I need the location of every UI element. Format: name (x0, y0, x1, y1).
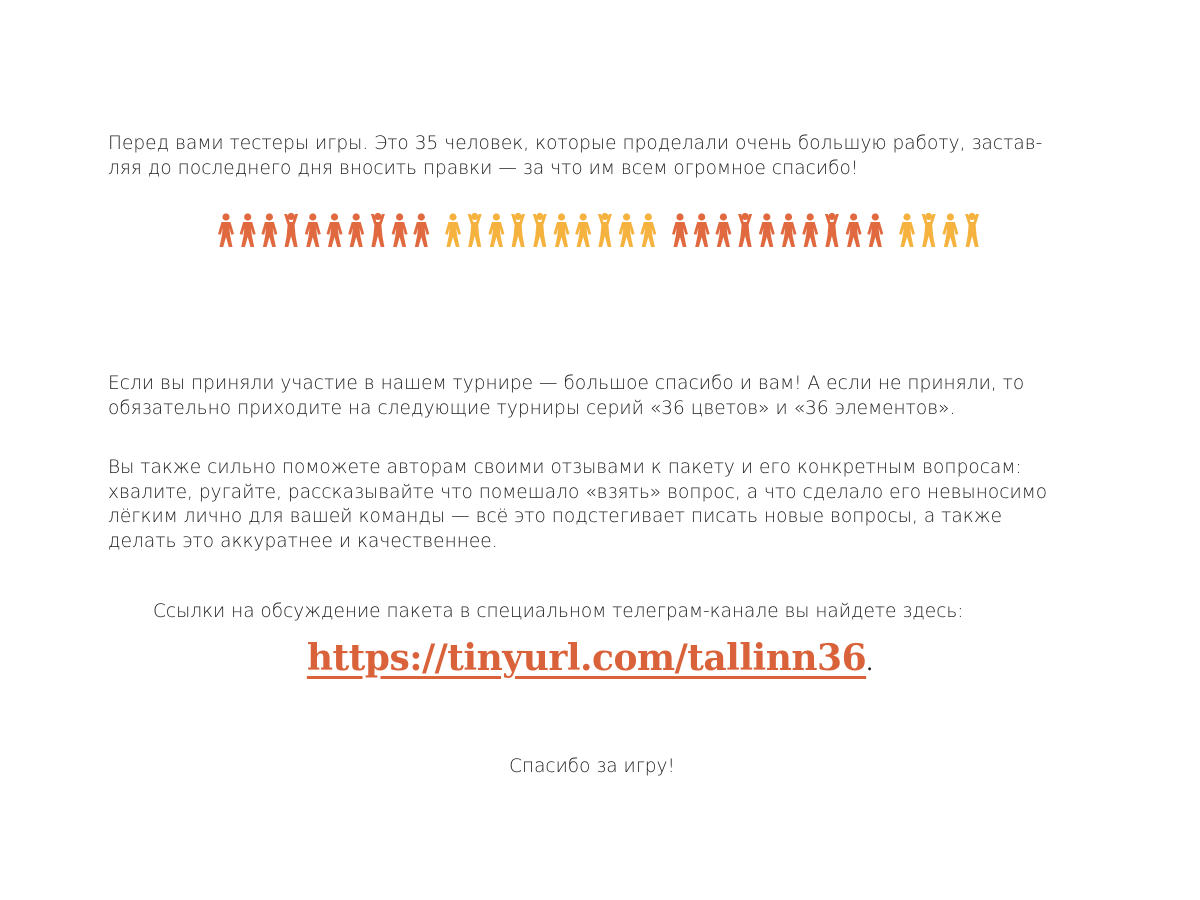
person-icon (239, 213, 256, 247)
tournament-line: Если вы приняли участие в нашем турнире … (108, 373, 1025, 394)
person-icon (899, 213, 915, 247)
person-icon (942, 213, 959, 247)
tournament-paragraph: Если вы приняли участие в нашем турнире … (108, 372, 1108, 421)
person-icon (413, 213, 430, 247)
intro-line: Перед вами тестеры игры. Это 35 человек,… (108, 133, 1043, 154)
page: Перед вами тестеры игры. Это 35 человек,… (0, 0, 1200, 900)
person-icon (780, 213, 797, 247)
feedback-line: делать это аккуратнее и качественнее. (108, 530, 498, 552)
person-icon (445, 213, 461, 247)
thanks-text: Спасибо за игру! (509, 756, 675, 777)
testers-figures (216, 212, 986, 252)
person-icon (391, 213, 408, 247)
person-icon (618, 213, 635, 247)
person-icon (597, 212, 612, 247)
person-icon (532, 212, 547, 247)
person-icon (845, 213, 862, 247)
person-icon (467, 212, 482, 247)
person-icon (715, 213, 732, 247)
intro-line: ляя до последнего дня вносить правки — з… (108, 157, 859, 179)
person-icon (758, 213, 775, 247)
person-icon (488, 213, 505, 247)
person-icon (261, 213, 278, 247)
person-icon (553, 213, 570, 247)
person-icon (824, 212, 839, 247)
person-icon (575, 213, 592, 247)
telegram-link[interactable]: https://tinyurl.com/tallinn36 (307, 637, 867, 679)
person-icon (304, 213, 321, 247)
person-icon (921, 212, 936, 247)
url-row: https://tinyurl.com/tallinn36. (0, 630, 1180, 686)
person-icon (370, 212, 385, 247)
links-text: Ссылки на обсуждение пакета в специально… (153, 601, 964, 622)
person-icon (738, 212, 753, 247)
intro-paragraph: Перед вами тестеры игры. Это 35 человек,… (108, 132, 1108, 181)
person-icon (693, 213, 710, 247)
person-icon (511, 212, 526, 247)
person-icon (326, 213, 343, 247)
feedback-line: хвалите, ругайте, рассказывайте что поме… (108, 481, 1048, 503)
person-icon (672, 213, 688, 247)
person-icon (284, 212, 299, 247)
person-icon (640, 213, 657, 247)
person-icon (867, 213, 884, 247)
feedback-line: Вы также сильно поможете авторам своими … (108, 457, 1022, 478)
feedback-paragraph: Вы также сильно поможете авторам своими … (108, 456, 1108, 554)
person-icon (802, 213, 819, 247)
testers-figures-svg (218, 212, 980, 247)
url-period: . (866, 651, 874, 676)
tournament-line: обязательно приходите на следующие турни… (108, 397, 956, 419)
person-icon (965, 212, 980, 247)
person-icon (218, 213, 234, 247)
feedback-line: лёгким лично для вашей команды — всё это… (108, 506, 1003, 527)
person-icon (348, 213, 365, 247)
